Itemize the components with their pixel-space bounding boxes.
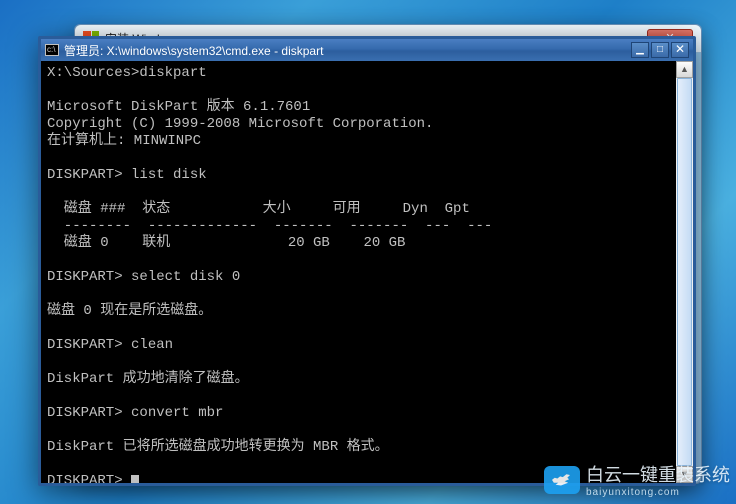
term-line: X:\Sources>diskpart [47,65,207,81]
cmd-window-title: 管理员: X:\windows\system32\cmd.exe - diskp… [64,42,631,59]
scroll-up-button[interactable]: ▲ [676,61,693,78]
term-line: 磁盘 0 联机 20 GB 20 GB [47,235,405,251]
scroll-track[interactable] [676,78,693,466]
term-line: 磁盘 ### 状态 大小 可用 Dyn Gpt [47,201,470,217]
term-line: Microsoft DiskPart 版本 6.1.7601 [47,99,310,115]
bird-icon [552,472,570,486]
terminal-output[interactable]: X:\Sources>diskpart Microsoft DiskPart 版… [41,61,693,483]
cmd-window: c:\ 管理员: X:\windows\system32\cmd.exe - d… [38,36,696,486]
cmd-body: X:\Sources>diskpart Microsoft DiskPart 版… [41,61,693,483]
close-button[interactable]: ✕ [671,42,689,58]
watermark-badge-icon [544,466,580,494]
term-line: -------- ------------- ------- ------- -… [47,218,492,234]
term-line: Copyright (C) 1999-2008 Microsoft Corpor… [47,116,433,132]
cmd-window-controls: ▁ □ ✕ [631,42,689,58]
term-line: DISKPART> list disk [47,167,207,183]
term-line: DiskPart 已将所选磁盘成功地转更换为 MBR 格式。 [47,439,389,455]
watermark-text: 白云一键重装系统 [586,461,730,487]
scroll-thumb[interactable] [677,78,692,466]
term-line: DISKPART> clean [47,337,173,353]
vertical-scrollbar[interactable]: ▲ ▼ [676,61,693,483]
watermark-text-block: 白云一键重装系统 baiyunxitong.com [586,461,730,498]
cursor-icon [131,475,139,483]
cmd-icon: c:\ [45,44,59,56]
term-line: DISKPART> select disk 0 [47,269,240,285]
term-line: 在计算机上: MINWINPC [47,133,201,149]
term-line: 磁盘 0 现在是所选磁盘。 [47,303,212,319]
cmd-titlebar[interactable]: c:\ 管理员: X:\windows\system32\cmd.exe - d… [41,39,693,61]
watermark-subtext: baiyunxitong.com [586,487,730,498]
term-line: DiskPart 成功地清除了磁盘。 [47,371,249,387]
term-prompt: DISKPART> [47,473,131,483]
maximize-button[interactable]: □ [651,42,669,58]
minimize-button[interactable]: ▁ [631,42,649,58]
term-line: DISKPART> convert mbr [47,405,223,421]
watermark: 白云一键重装系统 baiyunxitong.com [544,461,730,498]
